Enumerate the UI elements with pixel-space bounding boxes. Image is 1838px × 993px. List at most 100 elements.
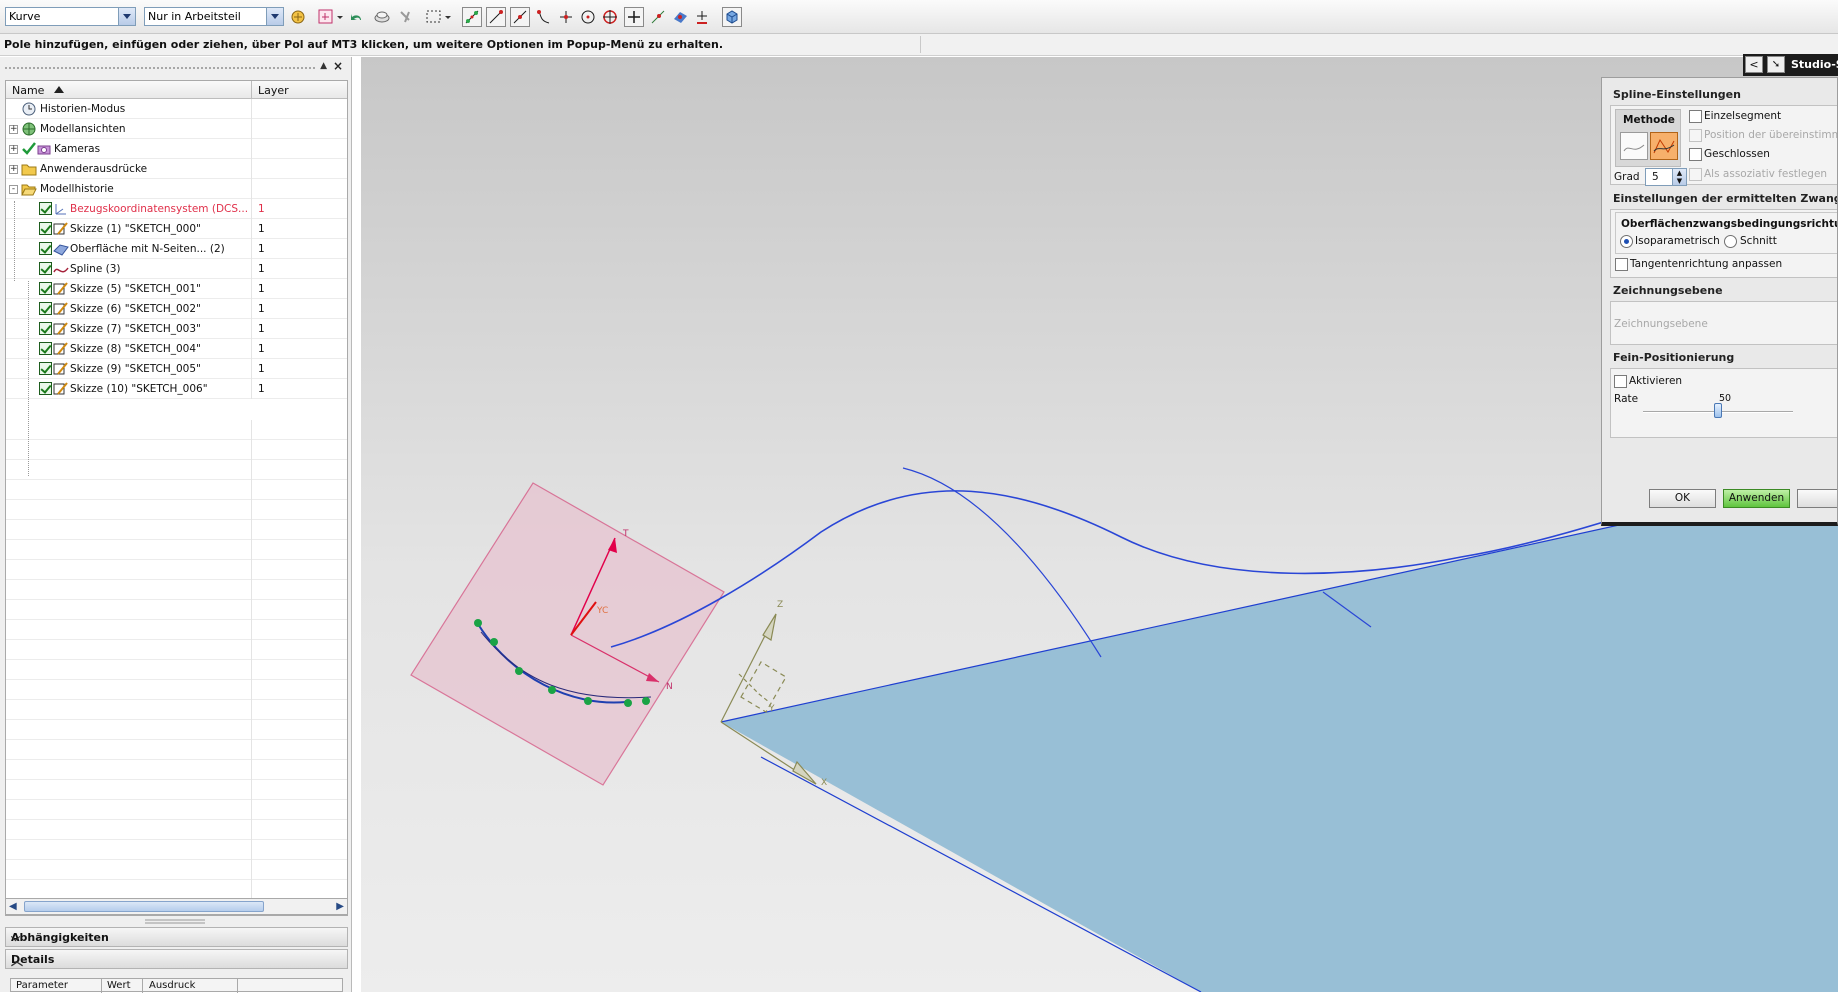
pole-point[interactable]: [515, 667, 523, 675]
column-header-name[interactable]: Name: [12, 84, 44, 97]
spin-arrows-icon[interactable]: ▲ ▼: [1672, 169, 1686, 185]
details-panel-header[interactable]: Details ︿: [5, 949, 348, 969]
tree-node-model-views[interactable]: + Modellansichten: [6, 119, 347, 139]
rate-slider-thumb[interactable]: [1714, 403, 1722, 418]
close-icon[interactable]: ×: [333, 59, 343, 73]
match-tangent-checkbox[interactable]: [1615, 258, 1628, 271]
feature-row-sketch[interactable]: Skizze (8) "SKETCH_004" 1: [6, 339, 347, 359]
visibility-checkbox[interactable]: [39, 322, 52, 335]
column-divider[interactable]: [251, 81, 252, 99]
visibility-checkbox[interactable]: [39, 242, 52, 255]
by-poles-icon[interactable]: [1650, 132, 1678, 160]
snap-mid-point-icon[interactable]: [510, 7, 530, 27]
feature-row-spline[interactable]: Spline (3) 1: [6, 259, 347, 279]
details-column-expression[interactable]: Ausdruck: [149, 980, 195, 991]
snap-arc-center-icon[interactable]: [578, 7, 598, 27]
3d-view-cube-icon[interactable]: [722, 7, 742, 27]
deselect-icon[interactable]: [396, 7, 416, 27]
closed-checkbox[interactable]: [1689, 148, 1702, 161]
horizontal-scrollbar[interactable]: ◀ ▶: [5, 898, 348, 915]
match-position-checkbox[interactable]: [1689, 129, 1702, 142]
feature-row-sketch[interactable]: Skizze (7) "SKETCH_003" 1: [6, 319, 347, 339]
cancel-button[interactable]: [1797, 489, 1837, 508]
collapse-left-icon[interactable]: <: [1745, 56, 1763, 73]
scroll-left-icon[interactable]: ◀: [9, 901, 17, 912]
visibility-checkbox[interactable]: [39, 202, 52, 215]
visibility-checkbox[interactable]: [39, 262, 52, 275]
visibility-checkbox[interactable]: [39, 222, 52, 235]
feature-row-sketch[interactable]: Skizze (6) "SKETCH_002" 1: [6, 299, 347, 319]
splitter-grip[interactable]: [145, 919, 205, 924]
details-column-value[interactable]: Wert: [107, 980, 131, 991]
section-radio[interactable]: [1724, 235, 1737, 248]
dependencies-panel-header[interactable]: Abhängigkeiten ⌵: [5, 927, 348, 947]
pole-point[interactable]: [642, 697, 650, 705]
details-column-parameter[interactable]: Parameter: [16, 980, 68, 991]
feature-row-surface[interactable]: Oberfläche mit N-Seiten... (2) 1: [6, 239, 347, 259]
visibility-checkbox[interactable]: [39, 342, 52, 355]
tree-node-model-history[interactable]: - Modellhistorie: [6, 179, 347, 199]
visibility-checkbox[interactable]: [39, 302, 52, 315]
single-segment-checkbox[interactable]: [1689, 110, 1702, 123]
degree-value[interactable]: 5: [1652, 171, 1659, 183]
snap-end-point-icon[interactable]: [486, 7, 506, 27]
scroll-right-icon[interactable]: ▶: [336, 901, 344, 912]
through-points-icon[interactable]: [1620, 132, 1648, 160]
snap-quadrant-icon[interactable]: [600, 7, 620, 27]
cursor-icon[interactable]: ➘: [1767, 56, 1785, 73]
column-header-layer[interactable]: Layer: [258, 84, 289, 97]
selection-mode-icon[interactable]: [316, 7, 344, 27]
snap-control-point-icon[interactable]: [534, 7, 554, 27]
associative-checkbox[interactable]: [1689, 168, 1702, 181]
drawing-plane-placeholder[interactable]: Zeichnungsebene: [1614, 318, 1708, 330]
degree-spinner[interactable]: 5 ▲ ▼: [1645, 168, 1687, 186]
visibility-checkbox[interactable]: [39, 382, 52, 395]
selection-scope-combo[interactable]: Nur in Arbeitsteil: [144, 7, 284, 26]
activate-checkbox[interactable]: [1614, 375, 1627, 388]
chevron-down-icon[interactable]: [266, 8, 283, 25]
rectangle-select-icon[interactable]: [424, 7, 454, 27]
undo-arrow-icon[interactable]: [346, 7, 366, 27]
feature-row-sketch[interactable]: Skizze (5) "SKETCH_001" 1: [6, 279, 347, 299]
chevron-up-icon[interactable]: ︿: [11, 952, 343, 969]
tree-node-cameras[interactable]: + Kameras: [6, 139, 347, 159]
feature-row-sketch[interactable]: Skizze (10) "SKETCH_006" 1: [6, 379, 347, 399]
column-line: [251, 379, 252, 399]
expand-icon[interactable]: +: [9, 165, 18, 174]
column-divider[interactable]: [237, 979, 238, 993]
expand-icon[interactable]: +: [9, 145, 18, 154]
column-divider[interactable]: [142, 979, 143, 993]
feature-row-datum-csys[interactable]: Bezugskoordinatensystem (DCS... 1: [6, 199, 347, 219]
chevron-down-icon[interactable]: [118, 8, 135, 25]
ok-button[interactable]: OK: [1649, 489, 1716, 508]
column-divider[interactable]: [101, 979, 102, 993]
snap-bounded-point-icon[interactable]: [692, 7, 712, 27]
selection-filter-combo[interactable]: Kurve: [5, 7, 136, 26]
visibility-checkbox[interactable]: [39, 282, 52, 295]
apply-button[interactable]: Anwenden: [1723, 489, 1790, 508]
chevron-down-icon[interactable]: ⌵: [11, 930, 343, 945]
snap-all-points-icon[interactable]: [462, 7, 482, 27]
visibility-checkbox[interactable]: [39, 362, 52, 375]
snap-existing-point-icon[interactable]: [624, 7, 644, 27]
tree-node-user-expressions[interactable]: + Anwenderausdrücke: [6, 159, 347, 179]
pole-point[interactable]: [490, 638, 498, 646]
pole-point[interactable]: [548, 686, 556, 694]
feature-row-sketch[interactable]: Skizze (1) "SKETCH_000" 1: [6, 219, 347, 239]
pole-point[interactable]: [584, 697, 592, 705]
pole-point[interactable]: [624, 699, 632, 707]
isoparametric-radio[interactable]: [1620, 235, 1633, 248]
snap-point-on-face-icon[interactable]: [670, 7, 690, 27]
pin-icon[interactable]: ▲: [320, 61, 327, 71]
expand-icon[interactable]: +: [9, 125, 18, 134]
collapse-icon[interactable]: -: [9, 185, 18, 194]
drag-handle[interactable]: [5, 67, 315, 69]
filter-reset-icon[interactable]: [288, 7, 308, 27]
pole-point[interactable]: [474, 619, 482, 627]
tree-node-history-mode[interactable]: Historien-Modus: [6, 99, 347, 119]
snap-intersection-icon[interactable]: [556, 7, 576, 27]
snap-point-on-curve-icon[interactable]: [648, 7, 668, 27]
view-body-icon[interactable]: [372, 7, 392, 27]
feature-row-sketch[interactable]: Skizze (9) "SKETCH_005" 1: [6, 359, 347, 379]
scroll-thumb[interactable]: [24, 901, 264, 912]
